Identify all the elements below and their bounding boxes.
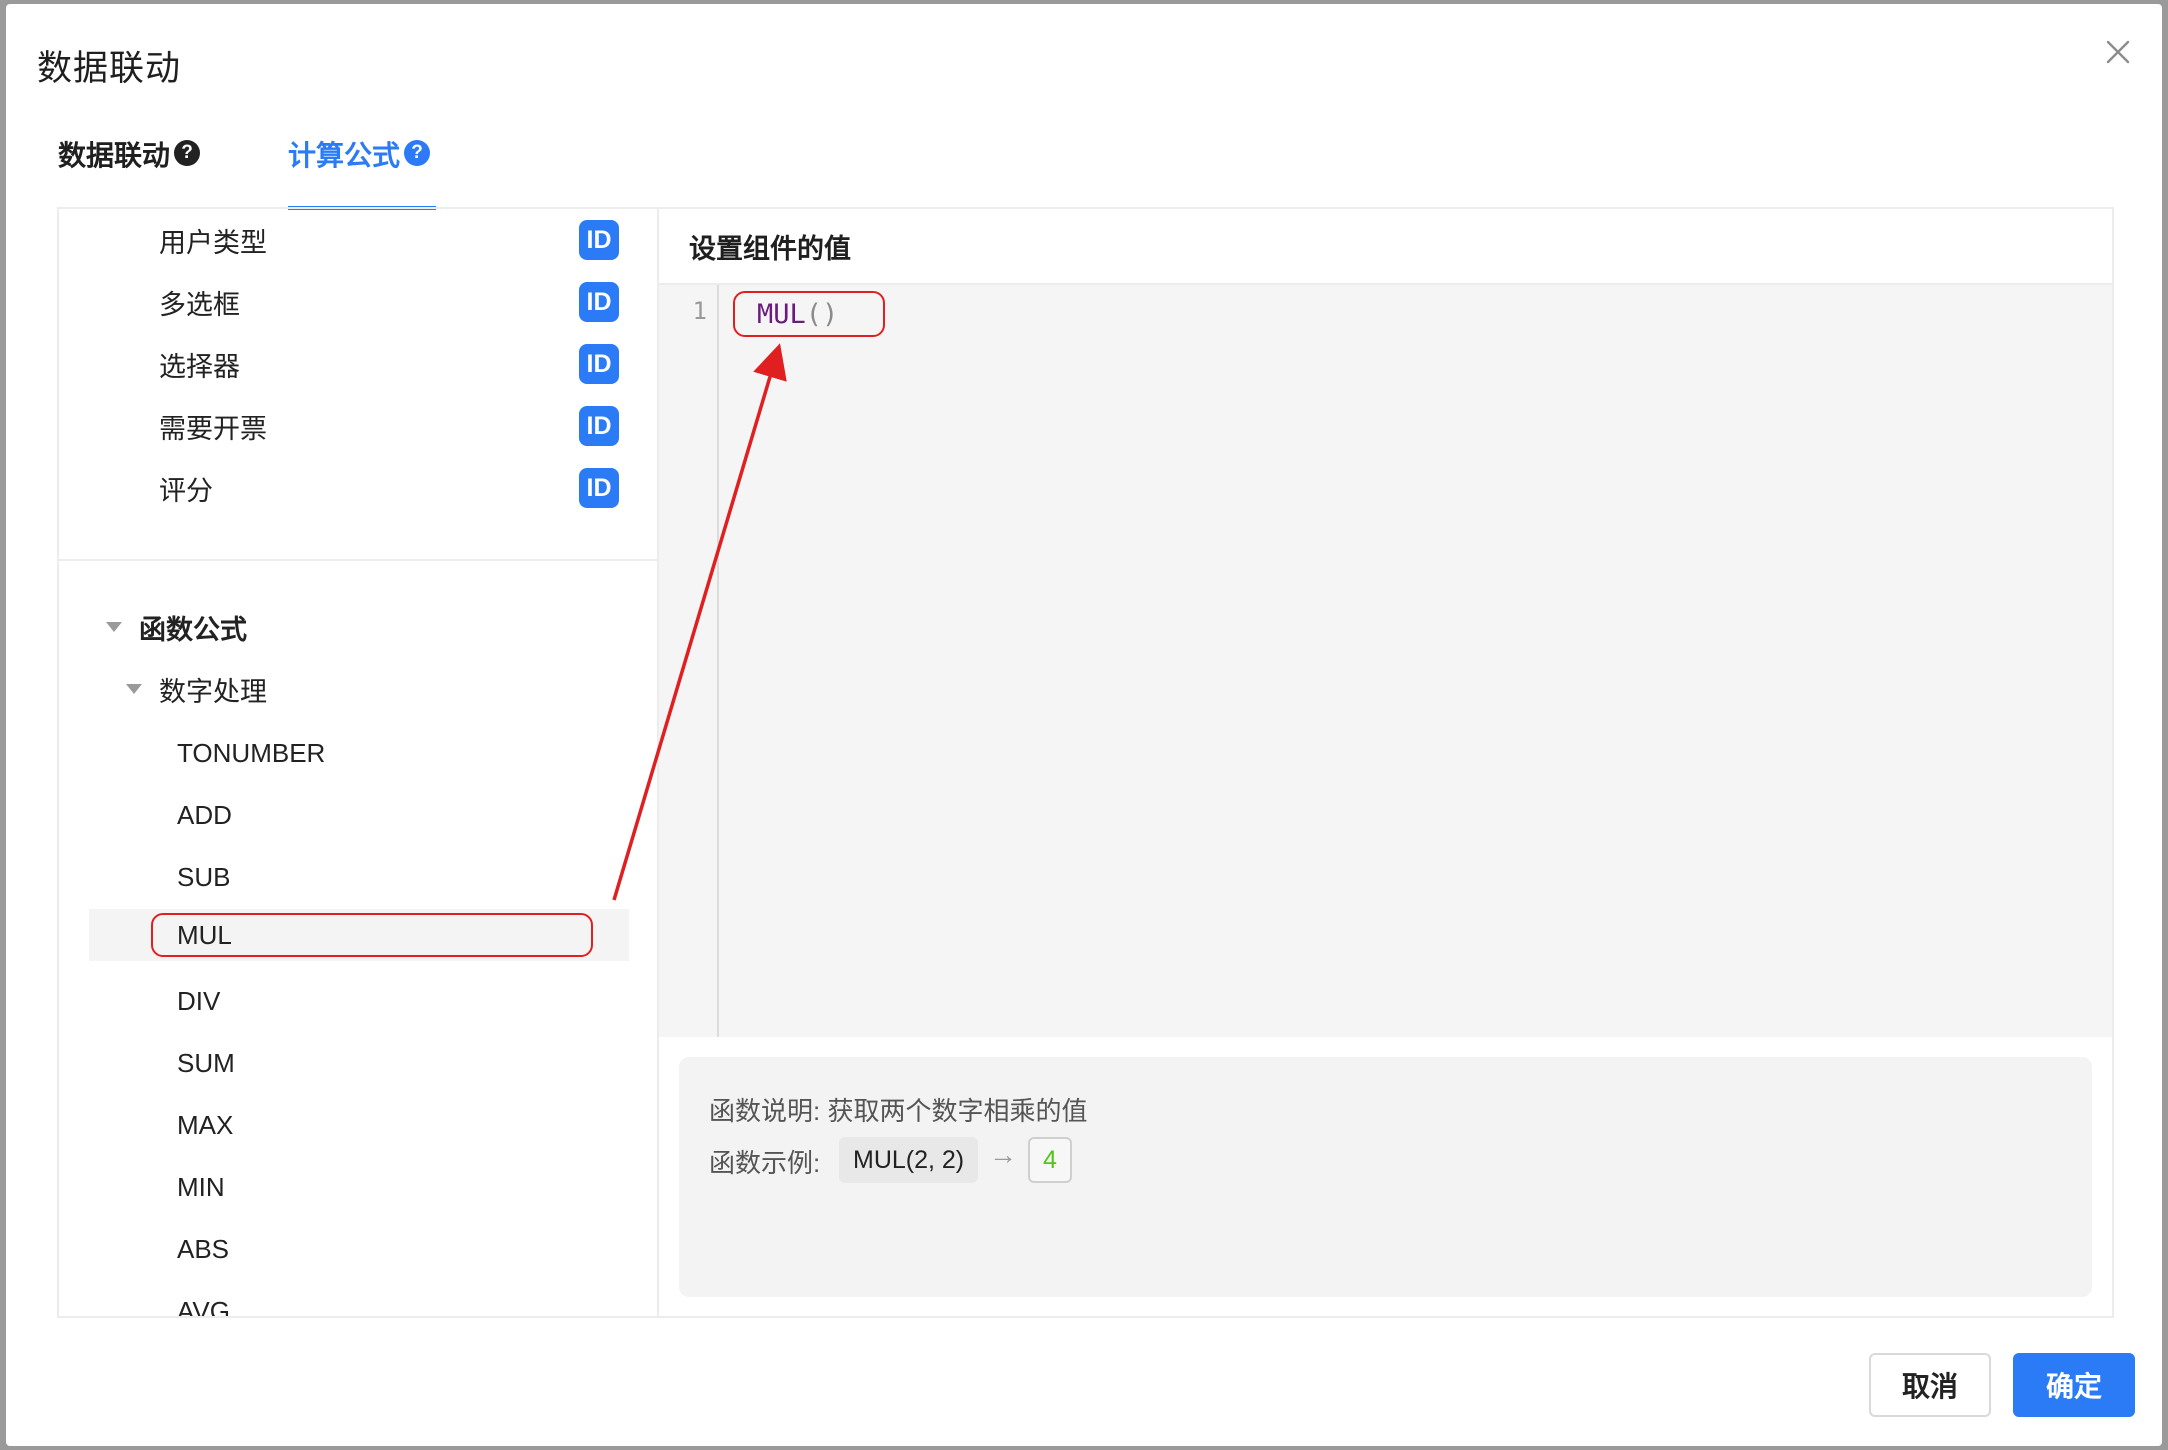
editor-header: 设置组件的值 [659, 209, 2112, 285]
function-description: 函数说明: 获取两个数字相乘的值 [709, 1096, 1088, 1126]
function-label: DIV [177, 985, 221, 1016]
line-gutter: 1 [659, 285, 719, 1037]
line-number: 1 [692, 297, 707, 325]
dialog-title: 数据联动 [37, 49, 182, 88]
function-label: MAX [177, 1109, 234, 1140]
formula-editor-pane: 设置组件的值 1 MUL() 函数说明: 获取两个数字相乘的值 函数示例: MU… [659, 209, 2112, 1316]
arrow-right-icon: → [989, 1139, 1017, 1170]
function-item[interactable]: TONUMBER [89, 727, 629, 779]
cancel-button[interactable]: 取消 [1869, 1353, 1991, 1417]
caret-down-icon[interactable] [106, 622, 122, 632]
code-parens: () [805, 299, 839, 330]
formula-panel: 用户类型 ID 多选框 ID 选择器 ID 需要开票 ID 评分 ID 函数公式… [57, 207, 2114, 1318]
id-badge[interactable]: ID [579, 468, 619, 508]
tab-label: 数据联动 [58, 140, 171, 171]
field-item[interactable]: 选择器 ID [59, 333, 657, 395]
function-label: AVG [177, 1295, 230, 1317]
field-item[interactable]: 多选框 ID [59, 271, 657, 333]
function-label: MUL [177, 919, 232, 950]
tree-label: 数字处理 [159, 676, 267, 707]
id-badge[interactable]: ID [579, 406, 619, 446]
field-label: 用户类型 [159, 227, 267, 258]
function-item[interactable]: DIV [89, 975, 629, 1027]
function-item[interactable]: ADD [89, 789, 629, 841]
tree-label: 函数公式 [139, 614, 247, 645]
confirm-button[interactable]: 确定 [2013, 1353, 2135, 1417]
function-item-selected[interactable]: MUL [89, 909, 629, 961]
help-icon[interactable]: ? [404, 140, 431, 166]
id-badge[interactable]: ID [579, 344, 619, 384]
function-label: ABS [177, 1233, 230, 1264]
close-icon[interactable] [2100, 34, 2136, 70]
function-label: TONUMBER [177, 737, 326, 768]
function-item[interactable]: MAX [89, 1099, 629, 1151]
field-label: 选择器 [159, 351, 240, 382]
function-item[interactable]: SUB [89, 851, 629, 903]
data-linkage-dialog: 数据联动 数据联动 ? 计算公式 ? 用户类型 ID 多选框 ID 选择器 ID… [6, 4, 2162, 1446]
function-label: MIN [177, 1171, 225, 1202]
tab-formula[interactable]: 计算公式 ? [288, 134, 437, 214]
field-item[interactable]: 需要开票 ID [59, 395, 657, 457]
function-item[interactable]: SUM [89, 1037, 629, 1089]
divider [59, 559, 657, 561]
code-line[interactable]: MUL() [757, 299, 838, 330]
field-item[interactable]: 用户类型 ID [59, 209, 657, 271]
tab-label: 计算公式 [288, 140, 401, 171]
function-label: SUB [177, 861, 231, 892]
id-badge[interactable]: ID [579, 220, 619, 260]
example-expression: MUL(2, 2) [839, 1137, 979, 1183]
function-info-box: 函数说明: 获取两个数字相乘的值 函数示例: MUL(2, 2) → 4 [679, 1057, 2092, 1297]
tab-data-linkage[interactable]: 数据联动 ? [58, 134, 201, 214]
tree-node-number-processing[interactable]: 数字处理 [59, 658, 657, 720]
field-label: 需要开票 [159, 413, 267, 444]
tree-node-functions[interactable]: 函数公式 [59, 596, 657, 658]
editor-title: 设置组件的值 [689, 233, 851, 264]
function-label: SUM [177, 1047, 235, 1078]
help-icon[interactable]: ? [174, 140, 201, 166]
function-item[interactable]: AVG [89, 1285, 629, 1317]
field-label: 评分 [159, 475, 213, 506]
code-editor[interactable]: 1 MUL() [659, 285, 2112, 1037]
example-label: 函数示例: [709, 1148, 821, 1178]
field-label: 多选框 [159, 289, 240, 320]
id-badge[interactable]: ID [579, 282, 619, 322]
code-function-name: MUL [757, 299, 806, 330]
field-function-pane[interactable]: 用户类型 ID 多选框 ID 选择器 ID 需要开票 ID 评分 ID 函数公式… [59, 209, 659, 1316]
caret-down-icon[interactable] [126, 684, 142, 694]
function-label: ADD [177, 799, 232, 830]
function-item[interactable]: ABS [89, 1223, 629, 1275]
field-item[interactable]: 评分 ID [59, 457, 657, 519]
function-item[interactable]: MIN [89, 1161, 629, 1213]
example-result: 4 [1028, 1137, 1072, 1183]
